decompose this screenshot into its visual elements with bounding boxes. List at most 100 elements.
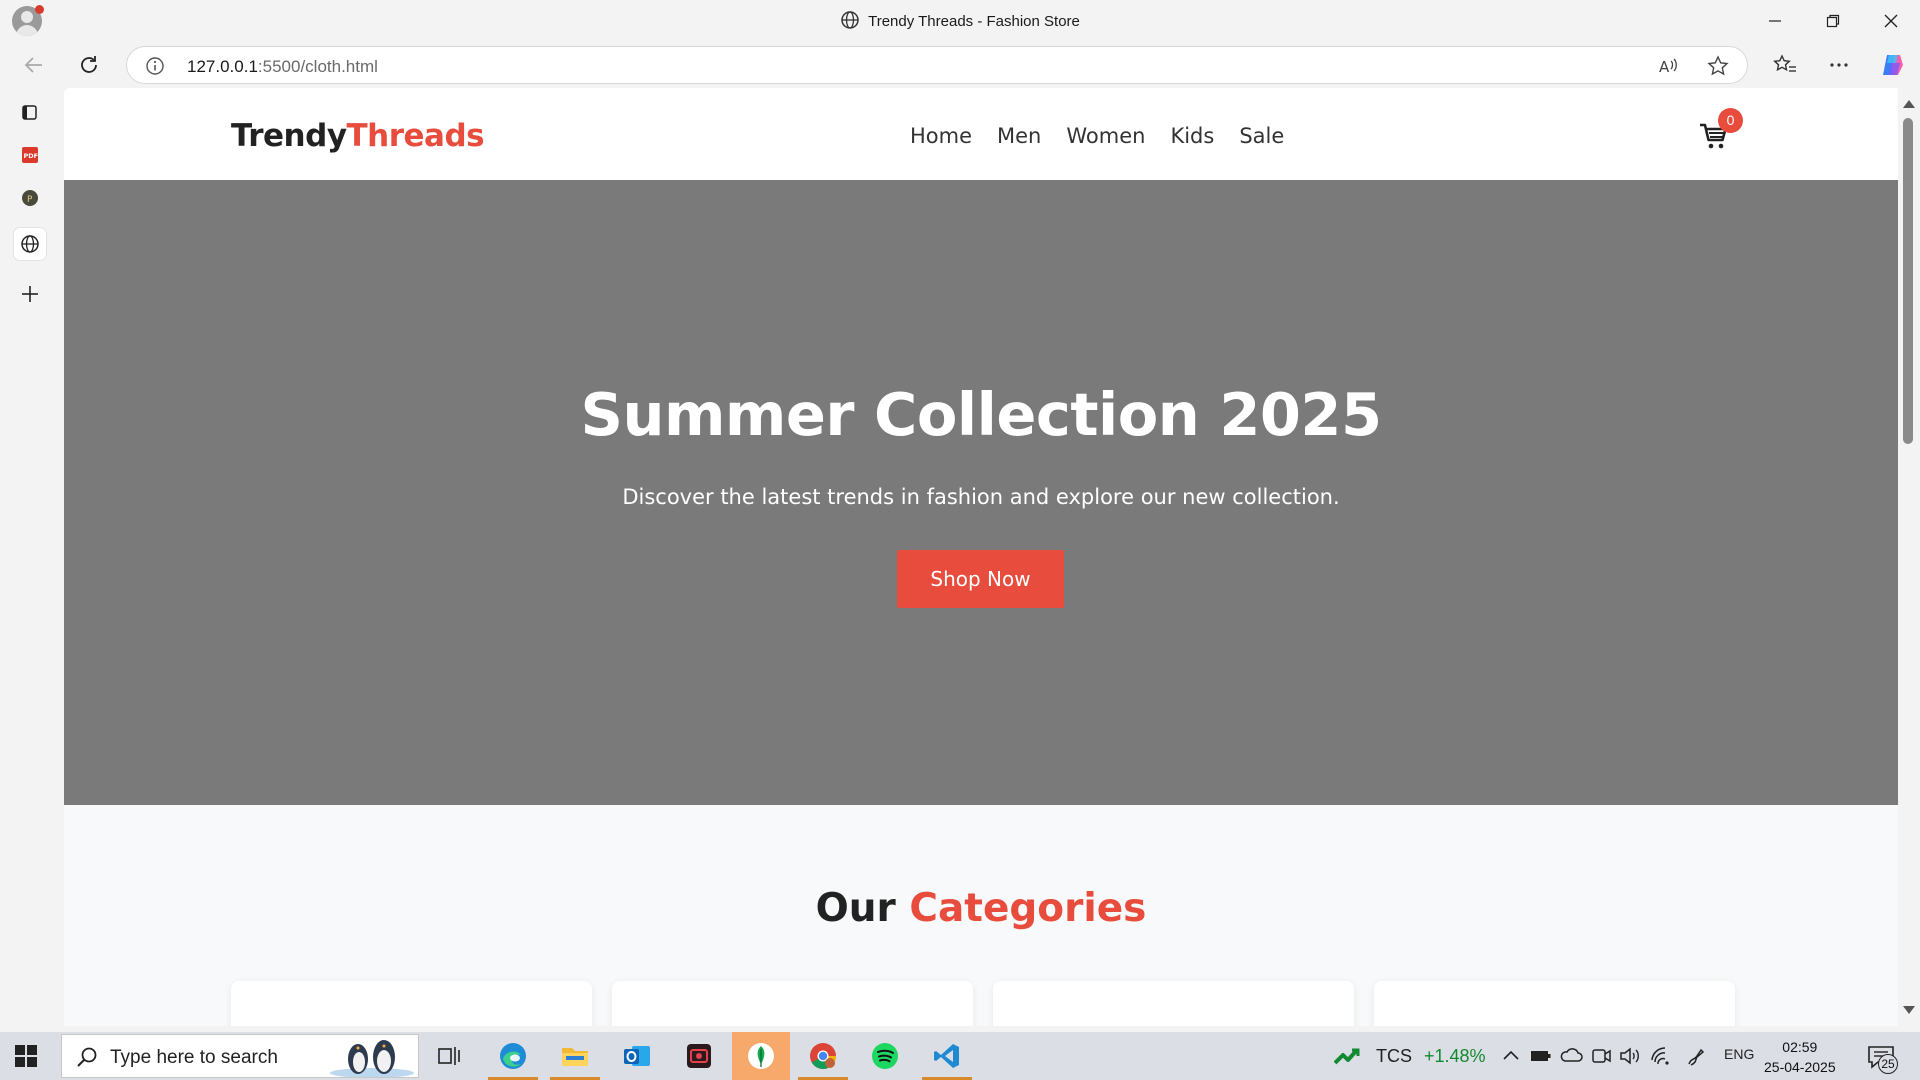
category-card[interactable] (612, 981, 973, 1026)
site-favicon-icon: P (22, 190, 38, 206)
onedrive-cloud-icon[interactable] (1559, 1045, 1583, 1065)
refresh-icon (81, 56, 97, 73)
url-host: 127.0.0.1 (187, 57, 258, 76)
logo-text-accent: Threads (346, 118, 485, 154)
clock-date: 25-04-2025 (1764, 1059, 1836, 1075)
input-language-indicator[interactable]: ENG (1724, 1046, 1754, 1062)
read-aloud-icon[interactable]: A (1657, 55, 1679, 77)
new-tab-button[interactable] (14, 278, 46, 310)
main-nav: Home Men Women Kids Sale (910, 124, 1284, 148)
site-info-icon[interactable] (145, 56, 165, 76)
taskbar-spotify[interactable] (856, 1032, 914, 1080)
nav-link-sale[interactable]: Sale (1239, 124, 1284, 148)
volume-icon[interactable] (1619, 1046, 1641, 1066)
address-bar[interactable]: 127.0.0.1:5500/cloth.html A (126, 46, 1748, 84)
spotify-icon (872, 1043, 898, 1069)
battery-icon[interactable] (1530, 1047, 1552, 1063)
taskbar-file-explorer[interactable] (546, 1032, 604, 1080)
nav-link-home[interactable]: Home (910, 124, 972, 148)
cart-count-badge: 0 (1718, 108, 1743, 133)
nav-link-women[interactable]: Women (1066, 124, 1145, 148)
tab-actions-button[interactable] (14, 96, 46, 128)
taskbar-clock[interactable]: 02:59 25-04-2025 (1764, 1037, 1836, 1077)
hero-banner: Summer Collection 2025 Discover the late… (64, 180, 1898, 805)
title-bar: Trendy Threads - Fashion Store (0, 0, 1920, 41)
shop-now-button[interactable]: Shop Now (897, 550, 1064, 608)
show-hidden-icons-chevron-icon[interactable] (1502, 1048, 1520, 1062)
sidebar-tab-site[interactable]: P (14, 182, 46, 214)
stock-change: +1.48% (1424, 1045, 1486, 1066)
window-title-text: Trendy Threads - Fashion Store (868, 13, 1080, 30)
categories-heading-accent: Categories (909, 886, 1147, 931)
logo-text-main: Trendy (231, 118, 347, 154)
taskbar-mongodb[interactable] (732, 1032, 790, 1080)
wifi-icon[interactable] (1650, 1046, 1672, 1066)
category-card[interactable] (993, 981, 1354, 1026)
taskbar-task-view[interactable] (420, 1032, 478, 1080)
tabs-icon (22, 105, 37, 120)
copilot-button[interactable] (1876, 49, 1910, 81)
taskbar-search-box[interactable]: Type here to search (61, 1034, 419, 1078)
svg-text:A: A (1659, 58, 1670, 76)
svg-text:P: P (27, 195, 33, 205)
restore-button[interactable] (1804, 0, 1862, 41)
url-text[interactable]: 127.0.0.1:5500/cloth.html (187, 57, 378, 77)
edge-browser-icon (500, 1043, 526, 1069)
taskbar-edge[interactable] (484, 1032, 542, 1080)
globe-icon (841, 11, 859, 29)
pen-workspace-icon[interactable] (1685, 1046, 1707, 1066)
mongodb-leaf-icon (748, 1043, 774, 1069)
meet-now-camera-icon[interactable] (1590, 1046, 1612, 1066)
globe-icon (21, 235, 39, 253)
chrome-icon (810, 1043, 836, 1069)
windows-start-icon[interactable] (14, 1044, 38, 1068)
browser-sidebar: PDF P (0, 88, 63, 1026)
plus-icon (22, 286, 38, 302)
restore-icon (1826, 14, 1840, 27)
page-scrollbar[interactable] (1898, 88, 1920, 1026)
back-button[interactable] (17, 49, 51, 81)
more-dots-icon (1830, 63, 1848, 67)
refresh-button[interactable] (72, 49, 106, 81)
clock-time: 02:59 (1782, 1039, 1818, 1055)
taskbar: Type here to search TCS +1.48% ENG 02:59… (0, 1032, 1920, 1080)
favorite-star-icon[interactable] (1707, 55, 1729, 77)
categories-heading-main: Our (815, 886, 896, 931)
sidebar-tab-pdf[interactable]: PDF (14, 139, 46, 171)
taskbar-chrome[interactable] (794, 1032, 852, 1080)
taskbar-vscode[interactable] (918, 1032, 976, 1080)
pdf-icon: PDF (22, 147, 38, 163)
stock-widget[interactable]: TCS +1.48% (1334, 1032, 1486, 1080)
nav-link-kids[interactable]: Kids (1170, 124, 1214, 148)
back-arrow-icon (24, 57, 42, 73)
scroll-down-arrow-icon[interactable] (1903, 1006, 1915, 1014)
nav-link-men[interactable]: Men (997, 124, 1041, 148)
hero-title: Summer Collection 2025 (580, 380, 1382, 449)
scroll-up-arrow-icon[interactable] (1903, 100, 1915, 108)
category-card[interactable] (1374, 981, 1735, 1026)
taskbar-recorder[interactable] (670, 1032, 728, 1080)
site-header: TrendyThreads Home Men Women Kids Sale 0 (64, 88, 1898, 180)
page-viewport: TrendyThreads Home Men Women Kids Sale 0… (64, 88, 1898, 1026)
task-view-icon (438, 1047, 460, 1065)
url-path: :5500/cloth.html (257, 57, 378, 76)
scroll-thumb[interactable] (1903, 118, 1913, 444)
search-placeholder: Type here to search (110, 1047, 278, 1068)
stock-trend-icon (1334, 1048, 1360, 1065)
vscode-icon (934, 1044, 959, 1068)
favorites-button[interactable] (1768, 49, 1802, 81)
category-card[interactable] (231, 981, 592, 1026)
taskbar-outlook[interactable] (608, 1032, 666, 1080)
copilot-icon (1883, 55, 1903, 75)
outlook-icon (624, 1046, 650, 1066)
stock-ticker: TCS (1376, 1045, 1412, 1066)
sidebar-tab-active[interactable] (14, 228, 46, 260)
categories-heading: Our Categories (64, 886, 1898, 931)
minimize-button[interactable] (1746, 0, 1804, 41)
close-icon (1884, 14, 1898, 27)
browser-toolbar: 127.0.0.1:5500/cloth.html A (0, 41, 1920, 88)
settings-more-button[interactable] (1822, 49, 1856, 81)
minimize-icon (1769, 19, 1781, 22)
close-button[interactable] (1862, 0, 1920, 41)
site-logo[interactable]: TrendyThreads (231, 118, 485, 154)
